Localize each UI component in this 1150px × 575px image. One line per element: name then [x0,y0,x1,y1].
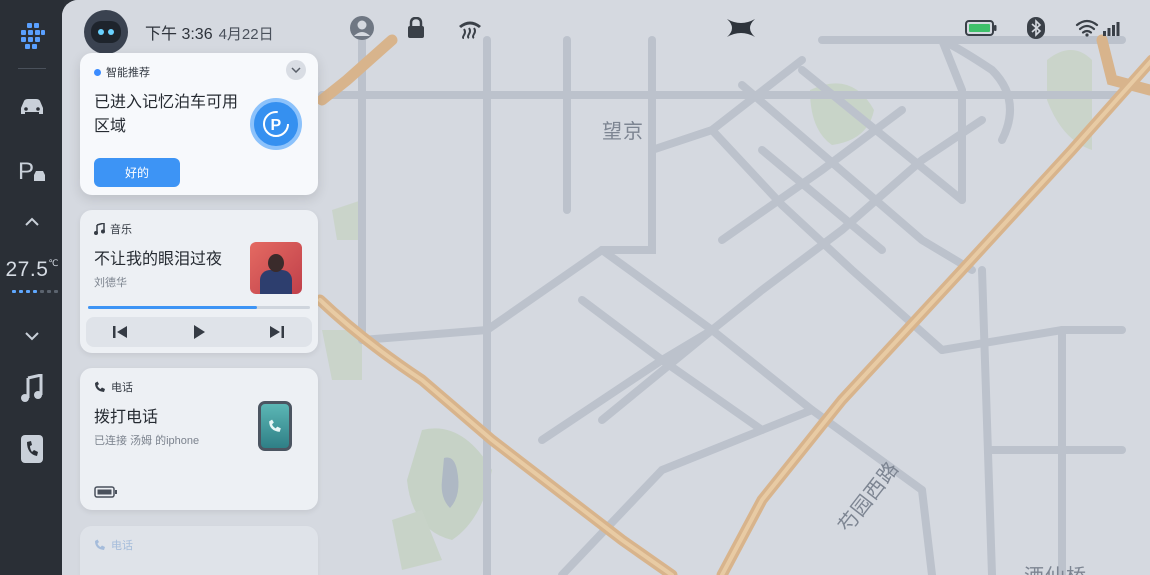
ok-button[interactable]: 好的 [94,158,180,187]
bluetooth-icon[interactable] [1025,14,1047,42]
status-bar: 下午 3:36 4月22日 [62,0,1150,56]
collapse-button[interactable] [286,60,306,80]
parking-icon[interactable]: P [0,152,64,188]
music-card-title: 音乐 [110,224,132,236]
smart-card-header: 智能推荐 [94,64,150,80]
phone-icon[interactable] [0,432,64,466]
phone-handset-icon [95,381,105,392]
signal-icon [1101,14,1121,42]
phone-battery-icon [94,485,118,503]
song-title: 不让我的眼泪过夜 [94,251,223,268]
temperature-display[interactable]: 27.5℃ [0,258,64,282]
fan-level-indicator [12,290,58,293]
chevron-up-icon[interactable] [0,212,64,232]
skip-next-icon [270,326,284,338]
ghost-card-title: 电话 [111,540,133,552]
previous-track-button[interactable] [108,322,132,342]
map-label-jiuxianqiao: 酒仙桥 [1024,560,1087,575]
playback-progress-bar[interactable] [88,306,310,309]
music-card[interactable]: 音乐 不让我的眼泪过夜 刘德华 [80,210,318,353]
chevron-down-icon [291,67,301,73]
svg-text:P: P [18,158,34,185]
music-icon[interactable] [0,372,64,406]
music-card-header: 音乐 [94,221,132,237]
lock-icon[interactable] [405,14,427,42]
dial-action-text: 拨打电话 [94,409,159,426]
left-rail: P 27.5℃ [0,0,64,575]
assistant-avatar-icon[interactable] [84,10,128,54]
music-note-icon [94,223,105,235]
smartphone-icon [258,401,292,451]
car-icon[interactable] [0,92,64,122]
play-icon [194,325,205,339]
temperature-value: 27.5 [5,258,49,281]
playback-progress-fill [88,306,257,309]
svg-text:P: P [271,117,282,134]
smart-card-message-line1: 已进入记忆泊车可用 [94,94,239,111]
phone-card-title: 电话 [111,382,133,394]
smart-recommendation-card: 智能推荐 已进入记忆泊车可用 区域 P 好的 [80,53,318,195]
battery-icon [965,14,997,42]
brand-logo-icon [724,14,758,42]
smart-card-message: 已进入记忆泊车可用 区域 [94,91,238,139]
date-text: 4月22日 [218,26,274,43]
time-text: 下午 3:36 [145,26,213,43]
chevron-down-icon[interactable] [0,326,64,346]
album-cover[interactable] [250,242,302,294]
phone-handset-icon [95,539,105,550]
defrost-icon[interactable] [456,14,484,42]
apps-icon[interactable] [0,18,64,54]
playback-controls [86,317,312,347]
temperature-unit: ℃ [48,258,59,268]
phone-card-ghost: 电话 [80,526,318,575]
ghost-card-header: 电话 [94,537,133,553]
main-screen: 望京 芍园西路 酒仙桥 下午 3:364月22日 [62,0,1150,575]
connection-status: 已连接 汤姆 的iphone [94,435,200,447]
play-button[interactable] [187,322,211,342]
smart-card-message-line2: 区域 [94,118,127,135]
phone-card-header: 电话 [94,379,133,395]
memory-parking-icon: P [250,98,302,150]
artist-name: 刘德华 [94,277,127,289]
next-track-button[interactable] [265,322,289,342]
skip-previous-icon [113,326,127,338]
phone-card[interactable]: 电话 拨打电话 已连接 汤姆 的iphone [80,368,318,510]
status-dot-icon [94,68,101,76]
smart-card-title: 智能推荐 [106,67,150,79]
clock: 下午 3:36 4月22日 [145,20,274,44]
profile-icon[interactable] [348,14,376,42]
wifi-icon [1075,14,1099,42]
map-label-wangjing: 望京 [602,121,644,143]
